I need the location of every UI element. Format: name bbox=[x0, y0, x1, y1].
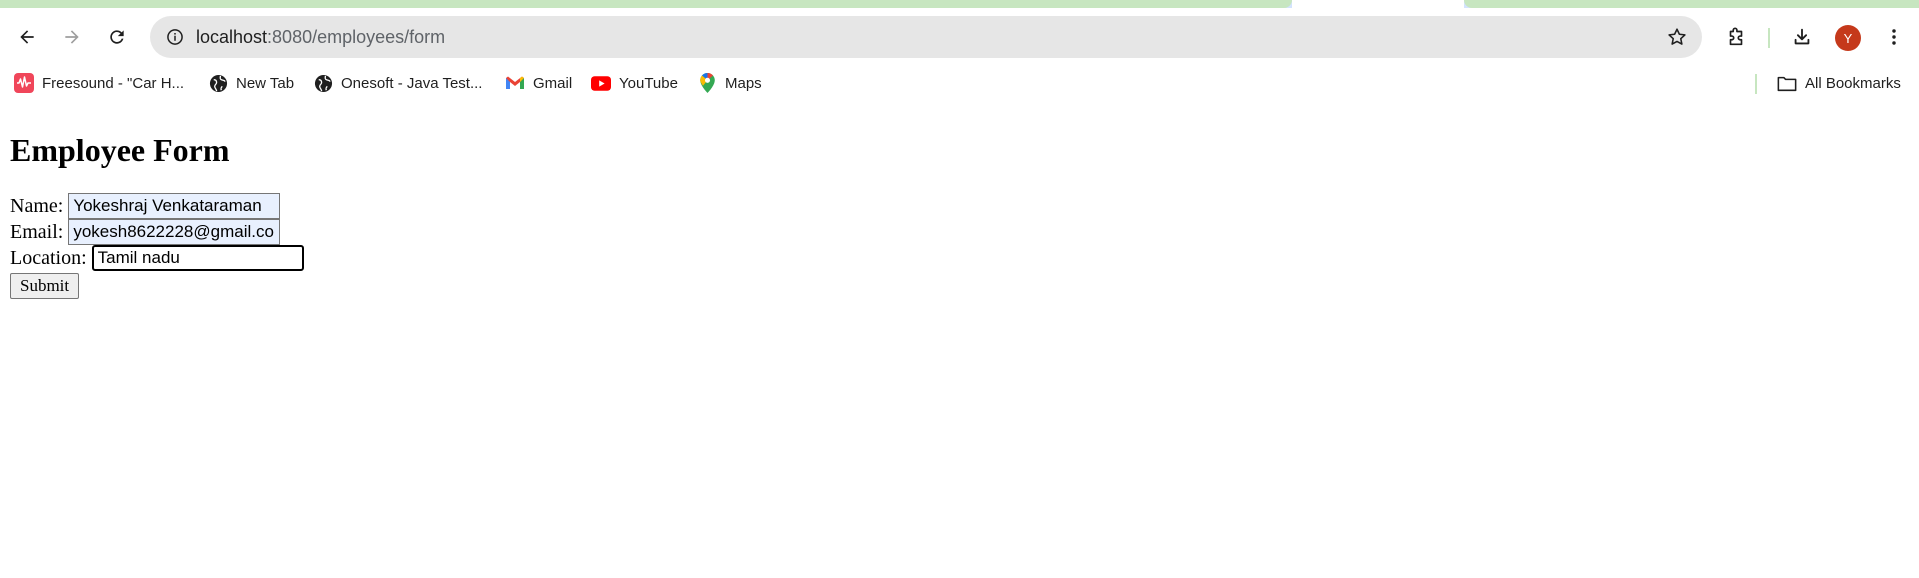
toolbar-separator bbox=[1768, 28, 1770, 48]
bookmark-label: Freesound - "Car H... bbox=[42, 74, 185, 92]
extensions-button[interactable] bbox=[1719, 20, 1753, 54]
bookmark-new-tab[interactable]: New Tab bbox=[208, 70, 294, 96]
reload-button[interactable] bbox=[100, 20, 134, 54]
name-label: Name: bbox=[10, 194, 64, 217]
email-label: Email: bbox=[10, 220, 64, 243]
back-button[interactable] bbox=[10, 20, 44, 54]
bookmark-star-button[interactable] bbox=[1664, 24, 1690, 50]
url-text[interactable]: localhost:8080/employees/form bbox=[196, 27, 445, 48]
reload-icon bbox=[110, 30, 124, 44]
maps-icon bbox=[697, 73, 717, 93]
forward-arrow-icon bbox=[65, 30, 79, 44]
bookmark-youtube[interactable]: YouTube bbox=[591, 70, 678, 96]
address-bar[interactable]: localhost:8080/employees/form bbox=[150, 16, 1702, 58]
forward-button[interactable] bbox=[55, 20, 89, 54]
avatar-letter: Y bbox=[1843, 30, 1853, 46]
back-arrow-icon bbox=[20, 30, 34, 44]
page-content: Employee Form Name: Email: Location: Sub… bbox=[0, 100, 1919, 578]
browser-toolbar: localhost:8080/employees/form Y bbox=[0, 8, 1919, 66]
profile-avatar[interactable]: Y bbox=[1835, 25, 1861, 51]
menu-button[interactable] bbox=[1877, 20, 1911, 54]
youtube-icon bbox=[591, 73, 611, 93]
site-info-button[interactable] bbox=[160, 22, 190, 52]
bookmark-onesoft[interactable]: Onesoft - Java Test... bbox=[313, 70, 482, 96]
email-input[interactable] bbox=[68, 219, 281, 245]
bookmark-label: Onesoft - Java Test... bbox=[341, 74, 483, 92]
globe-icon bbox=[313, 73, 333, 93]
bookmark-freesound[interactable]: Freesound - "Car H... bbox=[14, 70, 184, 96]
all-bookmarks-label: All Bookmarks bbox=[1805, 74, 1901, 92]
download-icon bbox=[1794, 28, 1810, 45]
inactive-tab-right[interactable] bbox=[1464, 0, 1919, 8]
email-row: Email: bbox=[10, 219, 281, 245]
bookmark-label: New Tab bbox=[236, 74, 295, 92]
kebab-menu-icon bbox=[1892, 29, 1896, 45]
bookmark-label: Maps bbox=[725, 74, 762, 92]
name-row: Name: bbox=[10, 193, 281, 219]
downloads-button[interactable] bbox=[1785, 20, 1819, 54]
inactive-tab-left[interactable] bbox=[0, 0, 1292, 8]
bookmark-label: YouTube bbox=[619, 74, 678, 92]
all-bookmarks-button[interactable]: All Bookmarks bbox=[1777, 70, 1901, 96]
gmail-icon bbox=[505, 73, 525, 93]
folder-icon bbox=[1777, 73, 1797, 93]
url-host: localhost bbox=[196, 27, 268, 47]
submit-button[interactable]: Submit bbox=[10, 273, 80, 299]
url-path: :8080/employees/form bbox=[267, 27, 446, 47]
info-icon bbox=[167, 29, 183, 45]
location-row: Location: bbox=[10, 245, 304, 271]
bookmark-gmail[interactable]: Gmail bbox=[505, 70, 572, 96]
name-input[interactable] bbox=[68, 193, 281, 219]
bookmark-maps[interactable]: Maps bbox=[697, 70, 762, 96]
freesound-icon bbox=[14, 73, 34, 93]
bookmark-label: Gmail bbox=[533, 74, 573, 92]
bookmarks-separator bbox=[1755, 74, 1757, 94]
location-label: Location: bbox=[10, 246, 87, 269]
tab-strip bbox=[0, 0, 1919, 8]
puzzle-icon bbox=[1729, 27, 1743, 46]
star-icon bbox=[1668, 28, 1686, 45]
active-tab[interactable] bbox=[1292, 0, 1464, 8]
location-input[interactable] bbox=[91, 245, 304, 271]
page-title: Employee Form bbox=[10, 132, 230, 168]
bookmarks-bar: Freesound - "Car H... New Tab Onesoft - … bbox=[0, 66, 1919, 100]
globe-icon bbox=[208, 73, 228, 93]
